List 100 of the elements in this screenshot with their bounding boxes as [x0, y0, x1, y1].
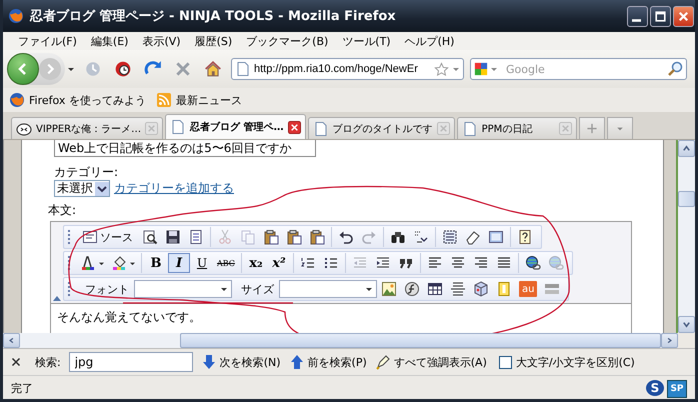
format-button[interactable]: x₂ [244, 253, 267, 273]
checkbox[interactable] [498, 356, 512, 368]
source-icon [82, 229, 98, 245]
eraser-icon [465, 229, 481, 245]
redo-icon [361, 229, 377, 245]
highlight-all-button[interactable]: すべて強調表示(A) [374, 354, 487, 370]
page-icon [312, 120, 329, 136]
bookmark-link[interactable]: 最新ニュース [156, 92, 242, 108]
scrollbar-thumb[interactable] [678, 191, 695, 207]
binoculars-icon [390, 229, 406, 245]
editor-text-area[interactable]: そんなん覚えてないです。 [51, 303, 631, 333]
status-badge[interactable]: S [646, 380, 664, 396]
document-icon [188, 229, 204, 245]
fill-color-icon [112, 255, 128, 271]
format-button[interactable]: B [145, 253, 167, 273]
face-outline-icon [16, 120, 32, 136]
clipboard-icon [286, 229, 302, 245]
menu-item[interactable]: 履歴(S) [188, 34, 240, 48]
source-button[interactable]: ソース [77, 227, 138, 247]
globe-link-icon [548, 255, 564, 271]
status-text: 完了 [11, 381, 33, 396]
toolbar-grip-icon[interactable] [67, 228, 71, 246]
flash-icon [404, 281, 420, 297]
format-button[interactable]: x² [268, 253, 290, 273]
field-label: カテゴリー: [54, 165, 118, 179]
find-next-button[interactable]: 次を検索(N) [200, 354, 281, 370]
browser-tab[interactable]: ブログのタイトルです [308, 117, 455, 139]
close-tab-icon[interactable] [288, 120, 301, 134]
bullet-list-icon [322, 255, 339, 271]
image-icon [381, 281, 397, 297]
window-title: 忍者ブログ 管理ページ - NINJA TOOLS - Mozilla Firefox [30, 8, 397, 25]
note-icon [496, 281, 512, 297]
find-field[interactable]: jpg [68, 352, 193, 372]
toolbar-label: フォント [84, 282, 130, 296]
up-arrow-icon [288, 354, 305, 370]
scroll-up-button[interactable] [678, 140, 695, 157]
dropdown-arrow-icon [365, 285, 373, 293]
magnifier-icon [142, 229, 158, 245]
menu-item[interactable]: ヘルプ(H) [398, 34, 462, 48]
dropdown-arrow-icon [98, 260, 104, 266]
menu-item[interactable]: ツール(T) [335, 34, 398, 48]
status-badge[interactable]: SP [667, 380, 687, 398]
menu-item[interactable]: ブックマーク(B) [239, 34, 336, 48]
add-category-link[interactable]: カテゴリーを追加する [114, 180, 234, 197]
bookmark-link[interactable]: Firefox を使ってみよう [9, 92, 146, 108]
back-button[interactable] [7, 53, 39, 85]
format-button[interactable]: U [191, 253, 213, 273]
format-button[interactable]: ABC [214, 253, 238, 273]
dropdown-arrow-icon[interactable] [67, 65, 75, 73]
close-icon[interactable] [11, 357, 21, 367]
browser-tab[interactable]: VIPPERな俺：ラーメ… [11, 117, 164, 139]
highlighter-icon [374, 354, 391, 370]
menu-item[interactable]: 表示(V) [135, 34, 188, 48]
home-icon[interactable] [204, 60, 222, 78]
undo-icon [338, 229, 354, 245]
feed-icon [156, 92, 172, 108]
globe-fox-icon [8, 8, 24, 24]
browser-tab[interactable]: PPMの日記 [456, 117, 577, 139]
address-text: http://ppm.ria10.com/hoge/NewEr [254, 63, 419, 75]
category-dropdown[interactable]: 未選択 [54, 180, 110, 197]
maximize-button[interactable] [650, 6, 671, 26]
minimize-button[interactable] [627, 6, 648, 26]
globe-fox-icon [9, 92, 25, 108]
toolbar-grip-icon[interactable] [67, 254, 71, 272]
find-label: 検索: [35, 354, 61, 370]
horizontal-scrollbar[interactable] [3, 333, 695, 348]
copy-icon [240, 229, 256, 245]
address-field[interactable]: http://ppm.ria10.com/hoge/NewEr [231, 58, 464, 80]
cube-icon [473, 281, 489, 297]
match-case-checkbox[interactable]: 大文字/小文字を区別(C) [498, 354, 635, 370]
scrollbar-thumb[interactable] [180, 333, 661, 348]
plus-icon [584, 123, 599, 134]
editor-body-text: そんなん覚えてないです。 [57, 310, 201, 324]
toolbar-grip-icon[interactable] [67, 280, 71, 298]
browser-tab[interactable]: 忍者ブログ 管理ペ… [165, 114, 306, 139]
text-color-icon [80, 255, 96, 271]
help-icon [517, 229, 533, 245]
vertical-scrollbar[interactable] [678, 140, 695, 333]
close-button[interactable] [673, 6, 694, 26]
horizontal-rule-icon [450, 281, 466, 297]
menu-item[interactable]: 編集(E) [84, 34, 136, 48]
dropdown-arrow-icon [130, 260, 134, 266]
page-icon [462, 120, 478, 136]
scroll-down-button[interactable] [678, 316, 695, 333]
search-engine-icon[interactable] [474, 62, 488, 76]
format-button[interactable]: I [168, 253, 190, 273]
collapse-toolbar-icon[interactable] [53, 295, 61, 301]
page-icon [235, 61, 251, 77]
scroll-right-button[interactable] [661, 333, 678, 348]
find-previous-button[interactable]: 前を検索(P) [288, 354, 367, 370]
clipboard-icon [309, 229, 325, 245]
title-field[interactable]: Web上で日記帳を作るのは5〜6回目ですか [54, 140, 316, 157]
stop-clock-icon[interactable] [114, 60, 132, 78]
search-icon[interactable] [667, 61, 683, 77]
scroll-left-button[interactable] [3, 333, 20, 348]
star-icon[interactable] [434, 62, 449, 76]
menu-item[interactable]: ファイル(F) [11, 34, 84, 48]
search-field[interactable]: Google [470, 58, 687, 80]
select-all-icon [442, 229, 458, 245]
frame-icon [488, 229, 504, 245]
